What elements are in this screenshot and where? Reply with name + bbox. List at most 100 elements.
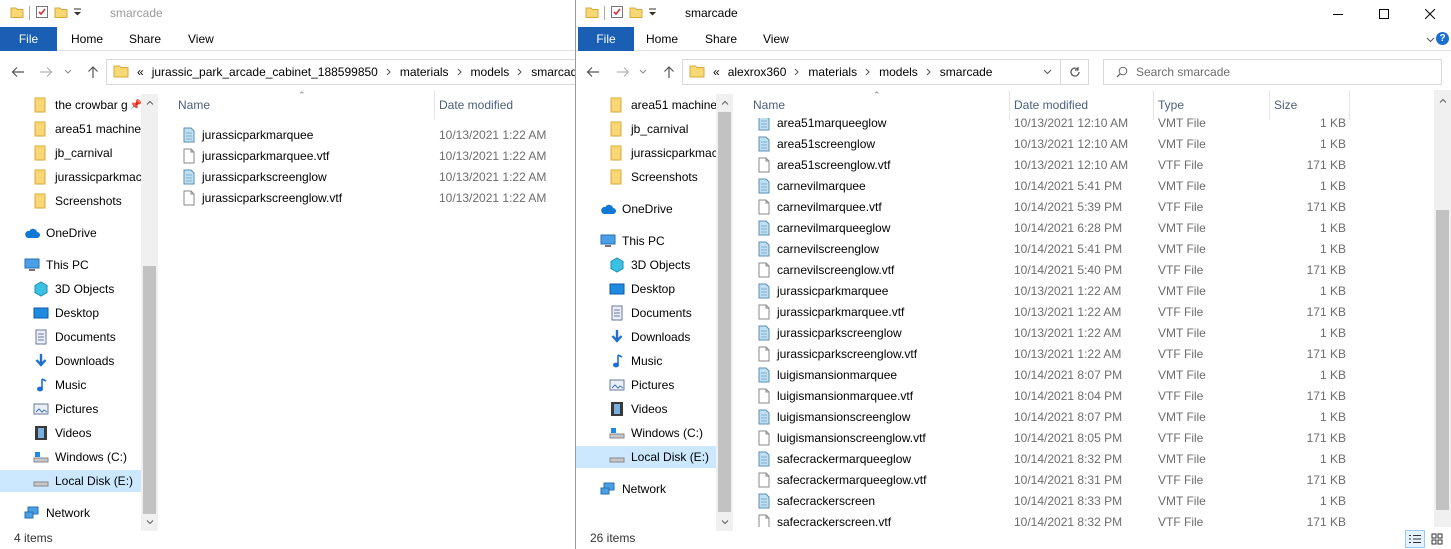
large-icons-view-button[interactable] xyxy=(1427,530,1447,548)
nav-onedrive[interactable]: OneDrive xyxy=(576,198,716,220)
help-icon[interactable]: ? xyxy=(1436,32,1449,45)
maximize-button[interactable] xyxy=(1361,0,1407,27)
nav-videos[interactable]: Videos xyxy=(576,398,716,420)
table-row[interactable]: jurassicparkmarquee.vtf 10/13/2021 1:22 A… xyxy=(739,301,1432,322)
chevron-right-icon[interactable] xyxy=(386,65,392,79)
table-row[interactable]: jurassicparkscreenglow.vtf 10/13/2021 1:2… xyxy=(739,343,1432,364)
nav-desktop[interactable]: Desktop xyxy=(576,278,716,300)
customize-dropdown-icon[interactable] xyxy=(73,6,82,20)
nav-3d-objects[interactable]: 3D Objects xyxy=(576,254,716,276)
breadcrumb-item[interactable]: jurassic_park_arcade_cabinet_188599850 xyxy=(152,65,378,79)
navigation-pane-scrollbar[interactable] xyxy=(716,94,733,531)
address-bar[interactable]: « jurassic_park_arcade_cabinet_188599850… xyxy=(106,59,576,85)
file-list-scrollbar[interactable] xyxy=(1434,90,1451,527)
search-input[interactable] xyxy=(1136,65,1436,79)
search-box[interactable] xyxy=(1103,59,1442,85)
quick-access-item[interactable]: jb_carnival xyxy=(0,142,141,164)
scroll-up-arrow[interactable] xyxy=(716,94,733,111)
quick-access-item[interactable]: the crowbar g 📌 xyxy=(0,94,141,116)
nav-music[interactable]: Music xyxy=(0,374,141,396)
nav-onedrive[interactable]: OneDrive xyxy=(0,222,141,244)
chevron-right-icon[interactable] xyxy=(926,65,932,79)
close-button[interactable] xyxy=(1407,0,1451,27)
nav-this-pc[interactable]: This PC xyxy=(0,254,141,276)
quick-access-item[interactable]: area51 machine xyxy=(576,94,716,116)
nav-3d-objects[interactable]: 3D Objects xyxy=(0,278,141,300)
table-row[interactable]: carnevilscreenglow 10/14/2021 5:41 PM VMT … xyxy=(739,238,1432,259)
nav-documents[interactable]: Documents xyxy=(576,302,716,324)
breadcrumb-item[interactable]: smarcade xyxy=(940,65,993,79)
nav-local-disk-e[interactable]: Local Disk (E:) xyxy=(576,446,716,468)
tab-home[interactable]: Home xyxy=(646,27,678,51)
tab-file[interactable]: File xyxy=(0,27,57,51)
table-row[interactable]: area51screenglow.vtf 10/13/2021 12:10 AM V… xyxy=(739,154,1432,175)
breadcrumb-item[interactable]: materials xyxy=(808,65,857,79)
details-view-button[interactable] xyxy=(1405,530,1425,548)
new-folder-icon[interactable] xyxy=(54,5,68,22)
scroll-up-arrow[interactable] xyxy=(141,94,158,111)
scroll-thumb[interactable] xyxy=(1436,210,1449,510)
nav-pictures[interactable]: Pictures xyxy=(576,374,716,396)
address-dropdown-icon[interactable] xyxy=(1036,60,1058,84)
back-button[interactable] xyxy=(584,57,602,87)
table-row[interactable]: luigismansionmarquee 10/14/2021 8:07 PM VM… xyxy=(739,364,1432,385)
table-row[interactable]: jurassicparkscreenglow 10/13/2021 1:22 AM xyxy=(164,166,576,187)
breadcrumb-item[interactable]: models xyxy=(879,65,918,79)
tab-home[interactable]: Home xyxy=(71,27,103,51)
navigation-pane-scrollbar[interactable] xyxy=(141,94,158,531)
new-folder-icon[interactable] xyxy=(629,5,643,22)
column-header-size[interactable]: Size xyxy=(1270,90,1350,120)
tab-view[interactable]: View xyxy=(763,27,789,51)
column-header-name[interactable]: Name xyxy=(749,90,1010,120)
chevron-right-icon[interactable] xyxy=(517,65,523,79)
up-button[interactable] xyxy=(660,57,678,87)
quick-access-item[interactable]: jurassicparkmac xyxy=(576,142,716,164)
column-header-type[interactable]: Type xyxy=(1154,90,1270,120)
table-row[interactable]: luigismansionmarquee.vtf 10/14/2021 8:04 … xyxy=(739,385,1432,406)
quick-access-item[interactable]: jurassicparkmac xyxy=(0,166,141,188)
nav-network[interactable]: Network xyxy=(0,502,141,524)
quick-access-item[interactable]: jb_carnival xyxy=(576,118,716,140)
customize-dropdown-icon[interactable] xyxy=(648,6,657,20)
scroll-thumb[interactable] xyxy=(718,112,731,512)
address-bar[interactable]: « alexrox360 materials models smarcade xyxy=(682,59,1061,85)
scroll-thumb[interactable] xyxy=(143,266,156,514)
table-row[interactable]: jurassicparkscreenglow 10/13/2021 1:22 AM… xyxy=(739,322,1432,343)
quick-access-item[interactable]: area51 machine xyxy=(0,118,141,140)
chevron-right-icon[interactable] xyxy=(865,65,871,79)
scroll-down-arrow[interactable] xyxy=(716,514,733,531)
nav-pictures[interactable]: Pictures xyxy=(0,398,141,420)
back-button[interactable] xyxy=(9,57,27,87)
breadcrumb-item[interactable]: materials xyxy=(400,65,449,79)
nav-windows-c[interactable]: Windows (C:) xyxy=(0,446,141,468)
forward-button[interactable] xyxy=(37,57,55,87)
table-row[interactable]: carnevilscreenglow.vtf 10/14/2021 5:40 PM… xyxy=(739,259,1432,280)
recent-locations-button[interactable] xyxy=(637,57,649,87)
scroll-up-arrow[interactable] xyxy=(1434,92,1451,109)
table-row[interactable]: carnevilmarqueeglow 10/14/2021 6:28 PM VMT… xyxy=(739,217,1432,238)
table-row[interactable]: safecrackerscreen.vtf 10/14/2021 8:32 PM V… xyxy=(739,511,1432,527)
nav-windows-c[interactable]: Windows (C:) xyxy=(576,422,716,444)
table-row[interactable]: luigismansionscreenglow 10/14/2021 8:07 P… xyxy=(739,406,1432,427)
table-row[interactable]: luigismansionscreenglow.vtf 10/14/2021 8:… xyxy=(739,427,1432,448)
chevron-right-icon[interactable] xyxy=(794,65,800,79)
refresh-button[interactable] xyxy=(1061,59,1089,85)
table-row[interactable]: jurassicparkmarquee 10/13/2021 1:22 AM VMT… xyxy=(739,280,1432,301)
nav-desktop[interactable]: Desktop xyxy=(0,302,141,324)
recent-locations-button[interactable] xyxy=(62,57,74,87)
expand-ribbon-icon[interactable] xyxy=(1426,32,1435,46)
quick-access-item[interactable]: Screenshots xyxy=(576,166,716,188)
tab-file[interactable]: File xyxy=(578,27,634,51)
nav-documents[interactable]: Documents xyxy=(0,326,141,348)
tab-share[interactable]: Share xyxy=(705,27,737,51)
properties-icon[interactable] xyxy=(35,5,49,22)
table-row[interactable]: carnevilmarquee.vtf 10/14/2021 5:39 PM VTF… xyxy=(739,196,1432,217)
properties-icon[interactable] xyxy=(610,5,624,22)
breadcrumb-item[interactable]: models xyxy=(471,65,510,79)
table-row[interactable]: carnevilmarquee 10/14/2021 5:41 PM VMT Fil… xyxy=(739,175,1432,196)
nav-videos[interactable]: Videos xyxy=(0,422,141,444)
breadcrumb-overflow[interactable]: « xyxy=(713,65,720,79)
forward-button[interactable] xyxy=(614,57,632,87)
nav-this-pc[interactable]: This PC xyxy=(576,230,716,252)
tab-view[interactable]: View xyxy=(188,27,214,51)
